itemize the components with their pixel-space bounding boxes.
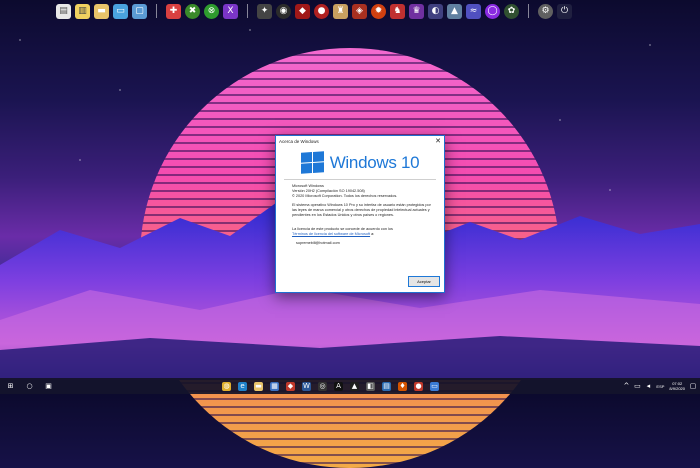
app-icon-6[interactable]: ▤	[382, 381, 391, 391]
volume-icon[interactable]: ◂	[645, 382, 651, 391]
game-icon-14[interactable]: ✿	[504, 3, 519, 19]
system-tray: ^ ▭ ◂ ESP 07:02 8/9/2020 ▢	[623, 381, 696, 391]
game-icon-6[interactable]: ◈	[352, 3, 367, 19]
dialog-titlebar: Acerca de Windows ✕	[276, 136, 444, 147]
x1-icon[interactable]: X	[223, 3, 238, 19]
word-icon[interactable]: W	[302, 381, 311, 391]
app-icon-5[interactable]: ◧	[366, 381, 375, 391]
license-link[interactable]: Términos de licencia del software de Mic…	[292, 232, 370, 236]
divider	[284, 179, 436, 180]
notification-icon[interactable]: ▢	[690, 382, 697, 391]
chevron-up-icon[interactable]: ^	[623, 382, 629, 391]
app-icon-4[interactable]: ▲	[350, 381, 359, 391]
game-icon-10[interactable]: ◐	[428, 3, 443, 19]
edge-icon[interactable]: e	[238, 381, 247, 391]
close-icon[interactable]: ✕	[435, 138, 441, 145]
notepad-icon[interactable]: ▥	[75, 3, 90, 19]
jigsaw-icon[interactable]: ✚	[166, 3, 181, 19]
game-icon-2[interactable]: ◉	[276, 3, 291, 19]
app-icon-8[interactable]: ●	[414, 381, 423, 391]
app-icon-7[interactable]: ♦	[398, 381, 407, 391]
brand-text: Windows 10	[329, 152, 420, 172]
dock-separator	[156, 4, 157, 18]
clock-date: 8/9/2020	[669, 386, 685, 391]
dock-separator	[247, 4, 248, 18]
settings-icon[interactable]: ⚙	[538, 3, 553, 19]
task-view-icon[interactable]: ▣	[44, 382, 53, 391]
about-windows-dialog: Acerca de Windows ✕ Windows 10 Microsoft…	[275, 135, 445, 293]
app-icon-1[interactable]: ◆	[286, 381, 295, 391]
game-icon-5[interactable]: ♜	[333, 3, 348, 19]
copyright-text: © 2020 Microsoft Corporation. Todos los …	[292, 194, 398, 198]
game-icon-8[interactable]: ♞	[390, 3, 405, 19]
folder-icon[interactable]: ▬	[254, 381, 263, 391]
game-icon-9[interactable]: ♛	[409, 3, 424, 19]
app-icon-3[interactable]: A	[334, 381, 343, 391]
xbox-green-icon[interactable]: ✖	[185, 3, 200, 19]
clock[interactable]: 07:02 8/9/2020	[669, 381, 685, 391]
xbox-icon[interactable]: ⊗	[204, 3, 219, 19]
taskbar-apps: ◍ e ▬ ▦ ◆ W ◎ A ▲ ◧ ▤ ♦ ● ▭	[222, 381, 439, 391]
app-icon-2[interactable]: ◎	[318, 381, 327, 391]
product-name: Microsoft Windows	[292, 184, 324, 188]
game-icon-1[interactable]: ✦	[257, 3, 272, 19]
dialog-body: Microsoft Windows Versión 20H2 (Compilac…	[276, 184, 444, 246]
dock-separator	[528, 4, 529, 18]
top-dock: ▤ ▥ ▬ ▭ ▢ ✚ ✖ ⊗ X ✦ ◉ ◆ ● ♜ ◈ ✹ ♞ ♛ ◐ ▲ …	[52, 0, 658, 22]
screen-icon[interactable]: ▢	[132, 3, 147, 19]
language-indicator[interactable]: ESP	[656, 384, 664, 389]
licensee-email: supremebill@hotmail.com	[296, 241, 340, 245]
game-icon-3[interactable]: ◆	[295, 3, 310, 19]
chrome-icon[interactable]: ◍	[222, 381, 231, 391]
power-icon[interactable]: ⏻	[557, 3, 572, 19]
dialog-title: Acerca de Windows	[279, 139, 319, 144]
license-suffix: a:	[370, 232, 375, 236]
windows-brand: Windows 10	[276, 151, 444, 174]
store-icon[interactable]: ▦	[270, 381, 279, 391]
description-text: El sistema operativo Windows 10 Pro y su…	[292, 203, 431, 217]
game-icon-11[interactable]: ▲	[447, 3, 462, 19]
game-icon-12[interactable]: ≈	[466, 3, 481, 19]
version-text: Versión 20H2 (Compilación SO 19042.508)	[292, 189, 365, 193]
file-icon[interactable]: ▤	[56, 3, 71, 19]
app-icon-9[interactable]: ▭	[430, 381, 439, 391]
taskbar: ⊞ ○ ▣ ◍ e ▬ ▦ ◆ W ◎ A ▲ ◧ ▤ ♦ ● ▭ ^ ▭ ◂ …	[0, 378, 700, 394]
windows-logo-icon	[300, 151, 324, 174]
folder-icon[interactable]: ▬	[94, 3, 109, 19]
ok-button[interactable]: Aceptar	[408, 276, 440, 287]
license-intro: La licencia de este producto se concede …	[292, 227, 393, 231]
game-icon-4[interactable]: ●	[314, 3, 329, 19]
search-icon[interactable]: ○	[25, 382, 34, 391]
game-icon-13[interactable]: ◯	[485, 3, 500, 19]
start-icon[interactable]: ⊞	[6, 382, 15, 391]
laptop-icon[interactable]: ▭	[113, 3, 128, 19]
network-icon[interactable]: ▭	[634, 382, 641, 391]
game-icon-7[interactable]: ✹	[371, 3, 386, 19]
